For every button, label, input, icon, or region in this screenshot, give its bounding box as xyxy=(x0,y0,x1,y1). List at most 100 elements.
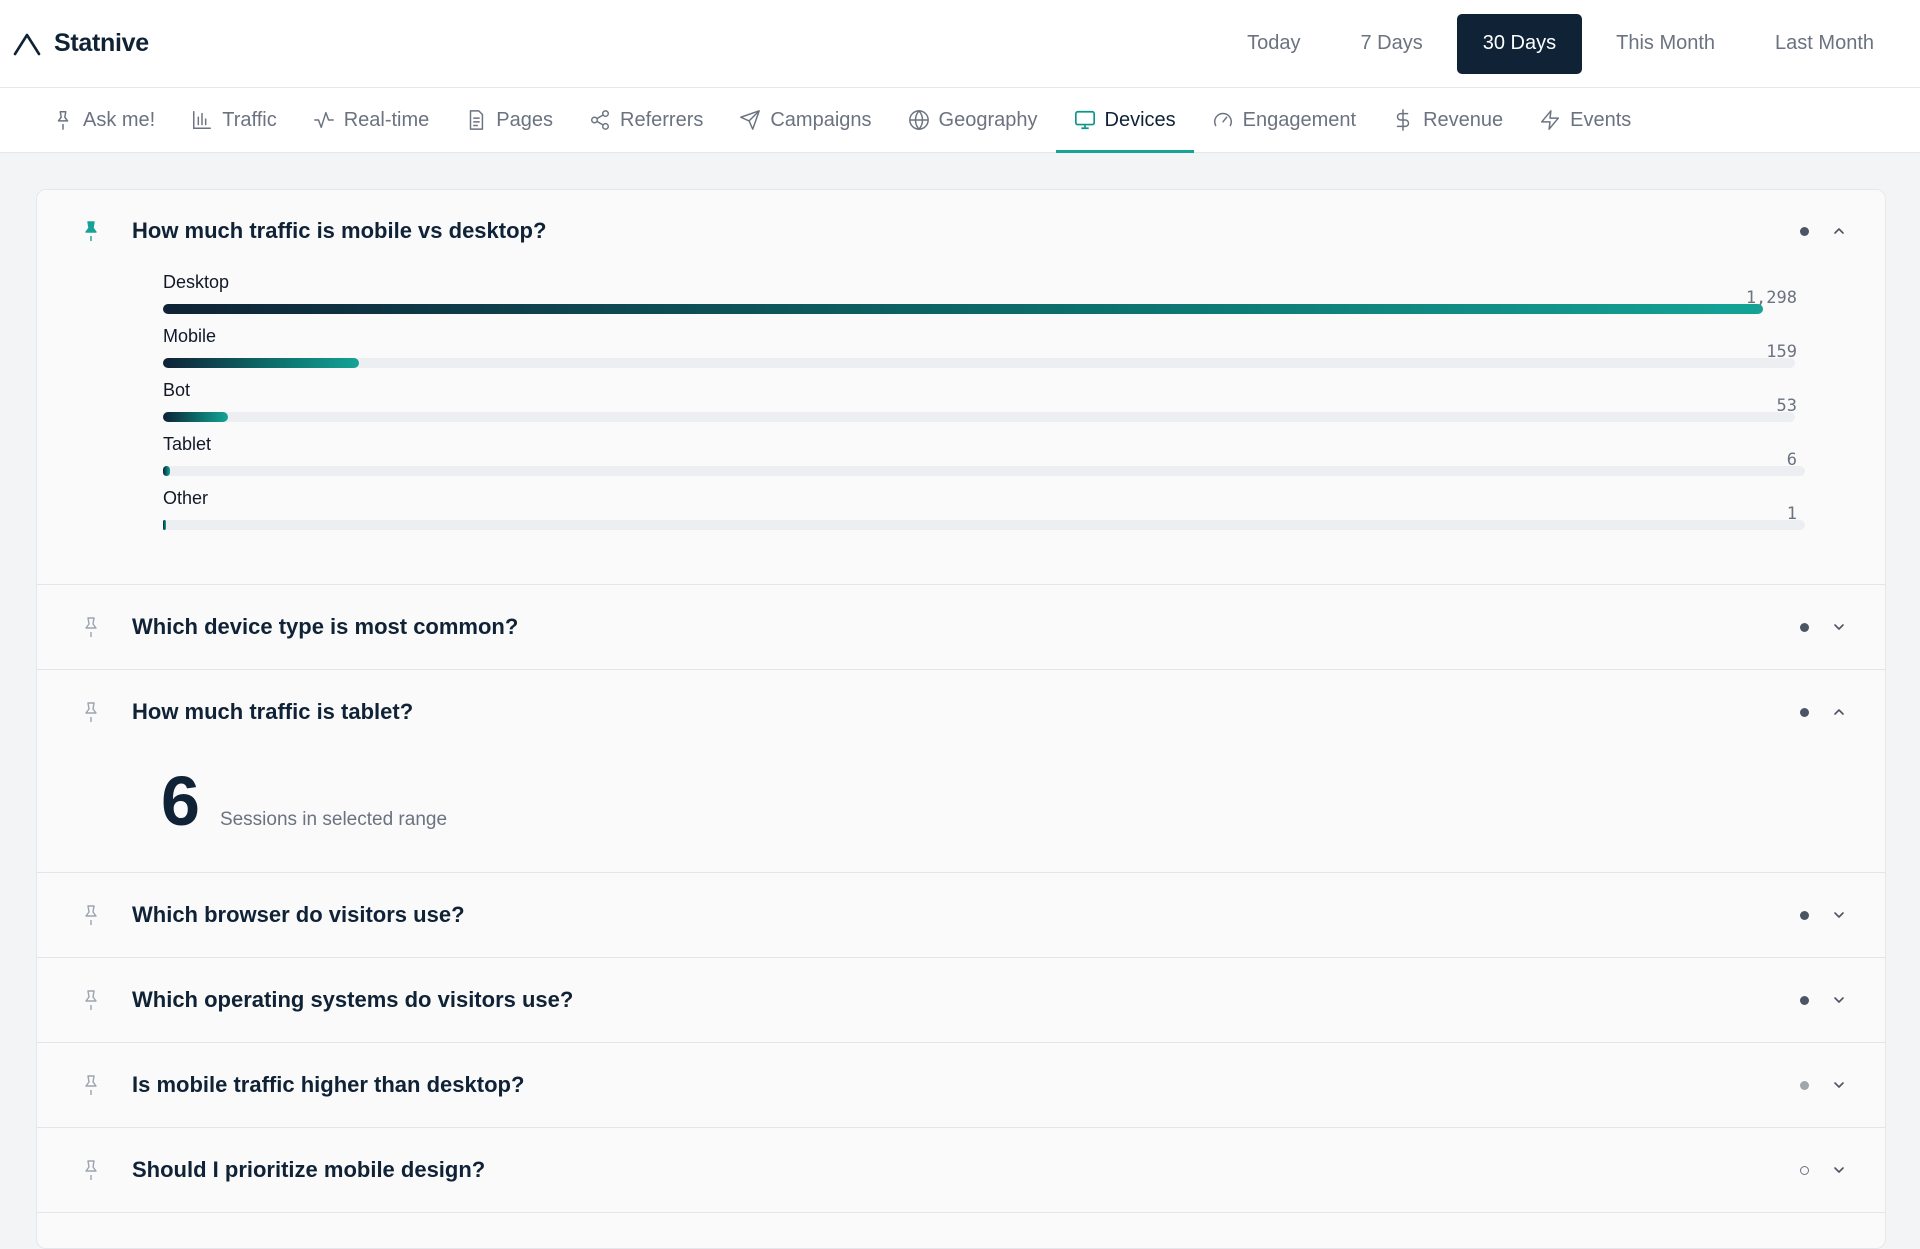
bar-row-tablet: Tablet 6 xyxy=(163,434,1805,488)
question-browser: Which browser do visitors use? xyxy=(37,873,1885,958)
pin-icon[interactable] xyxy=(79,988,103,1012)
tab-label: Revenue xyxy=(1423,108,1504,131)
tab-campaigns[interactable]: Campaigns xyxy=(721,88,889,152)
pin-icon[interactable] xyxy=(79,903,103,927)
question-mobile-higher: Is mobile traffic higher than desktop? xyxy=(37,1043,1885,1128)
metric-value: 6 xyxy=(161,762,200,840)
bar-fill xyxy=(163,304,1763,314)
pin-icon xyxy=(57,111,69,130)
tab-traffic[interactable]: Traffic xyxy=(173,88,294,152)
bar-track xyxy=(163,358,1795,368)
status-dot xyxy=(1800,1165,1809,1175)
file-icon xyxy=(470,110,484,130)
tab-label: Events xyxy=(1570,108,1632,131)
range-30-days-button[interactable]: 30 Days xyxy=(1456,13,1583,74)
bar-row-desktop: Desktop 1,298 xyxy=(163,272,1797,326)
bar-fill xyxy=(163,466,170,476)
bar-chart-icon xyxy=(193,111,212,129)
tab-label: Devices xyxy=(1104,108,1176,131)
bar-value: 1,298 xyxy=(1745,288,1797,308)
metric-caption: Sessions in selected range xyxy=(219,809,448,830)
tab-label: Geography xyxy=(938,108,1038,131)
status-dot xyxy=(1800,226,1809,236)
status-dot xyxy=(1800,1080,1809,1090)
question-header[interactable]: Should I prioritize mobile design? xyxy=(37,1128,1885,1212)
pin-icon[interactable] xyxy=(79,700,103,724)
bar-fill xyxy=(163,358,359,368)
tab-label: Pages xyxy=(496,108,553,131)
bar-track xyxy=(163,466,1805,476)
section-tabs: Ask me! Traffic Real-time Pages Referrer… xyxy=(0,88,1920,153)
share-icon xyxy=(591,110,609,130)
tab-referrers[interactable]: Referrers xyxy=(571,88,721,152)
question-device-type: Which device type is most common? xyxy=(37,585,1885,670)
device-bars: Desktop 1,298 Mobile 159 Bot 53 Tablet 6… xyxy=(37,272,1885,584)
question-mobile-vs-desktop: How much traffic is mobile vs desktop? D… xyxy=(37,190,1885,585)
question-header[interactable]: How much traffic is tablet? xyxy=(37,670,1885,754)
tab-events[interactable]: Events xyxy=(1521,88,1649,152)
tab-real-time[interactable]: Real-time xyxy=(295,88,448,152)
bar-label: Other xyxy=(163,488,209,508)
send-icon xyxy=(740,110,761,130)
range-7-days-button[interactable]: 7 Days xyxy=(1334,14,1448,74)
question-header[interactable]: Is mobile traffic higher than desktop? xyxy=(37,1043,1885,1127)
pin-icon[interactable] xyxy=(79,615,103,639)
chevron-down-icon[interactable] xyxy=(1831,1077,1847,1093)
tablet-metric: 6 Sessions in selected range xyxy=(37,754,1885,872)
tab-label: Referrers xyxy=(620,108,704,131)
chevron-down-icon[interactable] xyxy=(1831,619,1847,635)
bar-track xyxy=(163,520,1805,530)
logo-icon xyxy=(13,33,41,55)
bar-value: 6 xyxy=(1786,450,1797,470)
bar-value: 53 xyxy=(1776,396,1797,416)
top-header: Statnive Today 7 Days 30 Days This Month… xyxy=(0,0,1920,88)
pin-icon[interactable] xyxy=(79,1158,103,1182)
chevron-down-icon[interactable] xyxy=(1831,907,1847,923)
question-title: Which browser do visitors use? xyxy=(132,902,465,927)
question-title: How much traffic is mobile vs desktop? xyxy=(132,218,547,243)
tab-ask-me[interactable]: Ask me! xyxy=(34,88,173,152)
question-title: How much traffic is tablet? xyxy=(132,699,414,724)
bar-label: Desktop xyxy=(163,272,230,292)
brand[interactable]: Statnive xyxy=(12,29,149,59)
activity-icon xyxy=(313,111,334,129)
pin-icon[interactable] xyxy=(79,219,103,243)
tab-label: Traffic xyxy=(222,108,277,131)
zap-icon xyxy=(1541,110,1560,130)
chevron-down-icon[interactable] xyxy=(1831,1162,1847,1178)
dollar-icon xyxy=(1396,109,1410,131)
chevron-up-icon[interactable] xyxy=(1831,223,1847,239)
status-dot xyxy=(1800,707,1809,717)
question-prioritize-mobile: Should I prioritize mobile design? xyxy=(37,1128,1885,1213)
question-title: Should I prioritize mobile design? xyxy=(132,1157,486,1182)
status-dot xyxy=(1800,910,1809,920)
brand-name: Statnive xyxy=(54,29,149,57)
bar-row-mobile: Mobile 159 xyxy=(163,326,1797,380)
tab-label: Real-time xyxy=(343,108,430,131)
range-today-button[interactable]: Today xyxy=(1221,14,1326,74)
tab-revenue[interactable]: Revenue xyxy=(1374,88,1521,152)
question-tablet-traffic: How much traffic is tablet? 6 Sessions i… xyxy=(37,670,1885,873)
range-this-month-button[interactable]: This Month xyxy=(1590,14,1741,74)
question-header[interactable]: Which device type is most common? xyxy=(37,585,1885,669)
question-header[interactable]: How much traffic is mobile vs desktop? xyxy=(37,190,1885,272)
tab-label: Campaigns xyxy=(770,108,872,131)
tab-engagement[interactable]: Engagement xyxy=(1194,88,1374,152)
tab-label: Ask me! xyxy=(83,108,156,131)
tab-geography[interactable]: Geography xyxy=(890,88,1056,152)
question-header[interactable]: Which operating systems do visitors use? xyxy=(37,958,1885,1042)
chevron-up-icon[interactable] xyxy=(1831,704,1847,720)
question-title: Is mobile traffic higher than desktop? xyxy=(132,1072,525,1097)
tab-devices[interactable]: Devices xyxy=(1055,88,1194,153)
bar-label: Bot xyxy=(163,380,191,400)
question-title: Which operating systems do visitors use? xyxy=(132,987,574,1012)
gauge-icon xyxy=(1213,112,1232,127)
bar-value: 159 xyxy=(1766,342,1797,362)
chevron-down-icon[interactable] xyxy=(1831,992,1847,1008)
range-last-month-button[interactable]: Last Month xyxy=(1749,14,1900,74)
date-range-selector: Today 7 Days 30 Days This Month Last Mon… xyxy=(1221,13,1900,74)
bar-row-bot: Bot 53 xyxy=(163,380,1797,434)
tab-pages[interactable]: Pages xyxy=(447,88,571,152)
pin-icon[interactable] xyxy=(79,1073,103,1097)
question-header[interactable]: Which browser do visitors use? xyxy=(37,873,1885,957)
